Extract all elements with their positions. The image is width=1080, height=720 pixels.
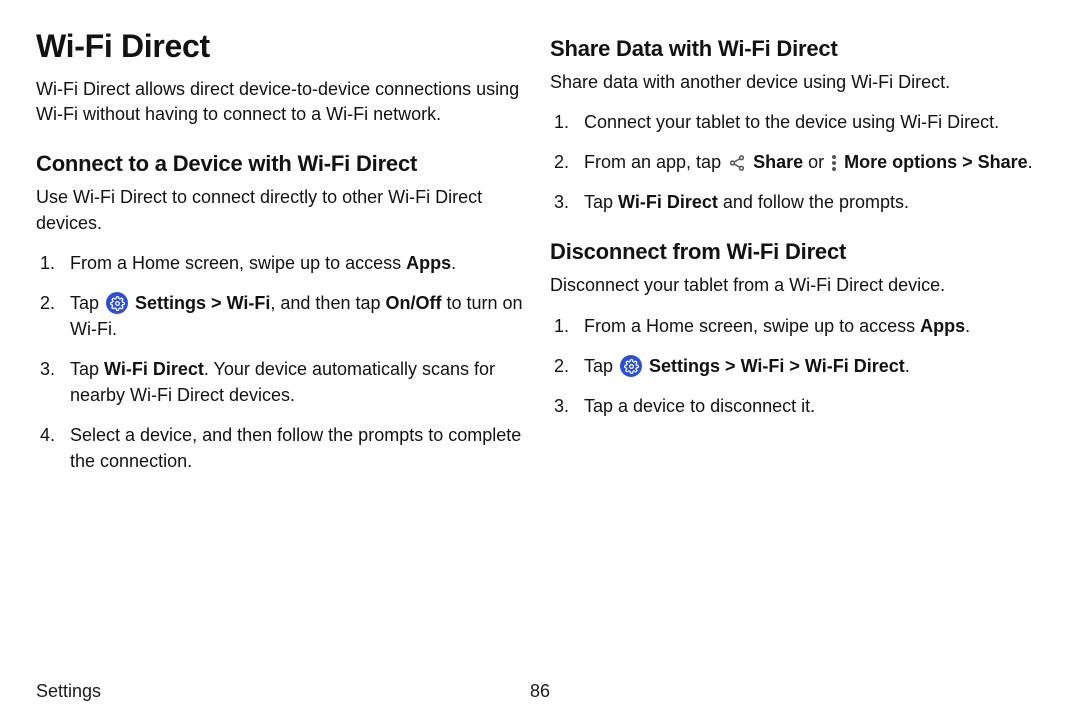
step-text: Connect your tablet to the device using … xyxy=(584,112,999,132)
step-text: and follow the prompts. xyxy=(718,192,909,212)
chevron: > xyxy=(957,152,978,172)
bold-share: Share xyxy=(748,152,803,172)
step-text: Tap xyxy=(70,359,104,379)
list-item: From a Home screen, swipe up to access A… xyxy=(36,250,530,276)
page-content: Wi-Fi Direct Wi-Fi Direct allows direct … xyxy=(0,0,1080,660)
bold-settings: Settings xyxy=(130,293,206,313)
bold-wifi: Wi-Fi xyxy=(741,356,785,376)
share-icon xyxy=(728,154,746,172)
bold-wifi-direct: Wi-Fi Direct xyxy=(805,356,905,376)
step-text: Select a device, and then follow the pro… xyxy=(70,425,521,471)
more-options-icon xyxy=(831,154,837,172)
bold-onoff: On/Off xyxy=(385,293,441,313)
list-item: Tap Settings > Wi-Fi > Wi-Fi Direct. xyxy=(550,353,1044,379)
step-text: Tap xyxy=(584,356,618,376)
settings-icon xyxy=(106,292,128,314)
step-text: . xyxy=(965,316,970,336)
chevron: > xyxy=(720,356,741,376)
list-item: Tap Settings > Wi-Fi, and then tap On/Of… xyxy=(36,290,530,342)
step-text: . xyxy=(905,356,910,376)
share-steps: Connect your tablet to the device using … xyxy=(550,109,1044,215)
bold-wifi-direct: Wi-Fi Direct xyxy=(104,359,204,379)
step-text: From an app, tap xyxy=(584,152,726,172)
bold-share2: Share xyxy=(978,152,1028,172)
step-text: , and then tap xyxy=(270,293,385,313)
heading-share: Share Data with Wi-Fi Direct xyxy=(550,36,1044,62)
step-text: Tap xyxy=(70,293,104,313)
bold-wifi: Wi-Fi xyxy=(227,293,271,313)
step-text: From a Home screen, swipe up to access xyxy=(70,253,406,273)
left-column: Wi-Fi Direct Wi-Fi Direct allows direct … xyxy=(36,28,530,640)
list-item: Connect your tablet to the device using … xyxy=(550,109,1044,135)
step-text: or xyxy=(803,152,829,172)
step-text: From a Home screen, swipe up to access xyxy=(584,316,920,336)
footer-page-number: 86 xyxy=(530,681,550,702)
bold-more-options: More options xyxy=(839,152,957,172)
step-text: Tap a device to disconnect it. xyxy=(584,396,815,416)
connect-steps: From a Home screen, swipe up to access A… xyxy=(36,250,530,475)
share-lead: Share data with another device using Wi-… xyxy=(550,70,1044,95)
bold-apps: Apps xyxy=(920,316,965,336)
heading-wifi-direct: Wi-Fi Direct xyxy=(36,28,530,65)
bold-wifi-direct: Wi-Fi Direct xyxy=(618,192,718,212)
bold-settings: Settings xyxy=(644,356,720,376)
list-item: From a Home screen, swipe up to access A… xyxy=(550,313,1044,339)
heading-disconnect: Disconnect from Wi-Fi Direct xyxy=(550,239,1044,265)
list-item: Tap a device to disconnect it. xyxy=(550,393,1044,419)
page-footer: Settings 86 xyxy=(0,681,1080,702)
list-item: Tap Wi-Fi Direct and follow the prompts. xyxy=(550,189,1044,215)
list-item: From an app, tap Share or More options >… xyxy=(550,149,1044,175)
chevron: > xyxy=(206,293,227,313)
connect-lead: Use Wi-Fi Direct to connect directly to … xyxy=(36,185,530,235)
step-text: . xyxy=(451,253,456,273)
disconnect-steps: From a Home screen, swipe up to access A… xyxy=(550,313,1044,419)
right-column: Share Data with Wi-Fi Direct Share data … xyxy=(550,28,1044,640)
list-item: Select a device, and then follow the pro… xyxy=(36,422,530,474)
chevron: > xyxy=(784,356,805,376)
heading-connect: Connect to a Device with Wi-Fi Direct xyxy=(36,151,530,177)
step-text: . xyxy=(1028,152,1033,172)
disconnect-lead: Disconnect your tablet from a Wi-Fi Dire… xyxy=(550,273,1044,298)
bold-apps: Apps xyxy=(406,253,451,273)
list-item: Tap Wi-Fi Direct. Your device automatica… xyxy=(36,356,530,408)
step-text: Tap xyxy=(584,192,618,212)
settings-icon xyxy=(620,355,642,377)
intro-paragraph: Wi-Fi Direct allows direct device-to-dev… xyxy=(36,77,530,127)
